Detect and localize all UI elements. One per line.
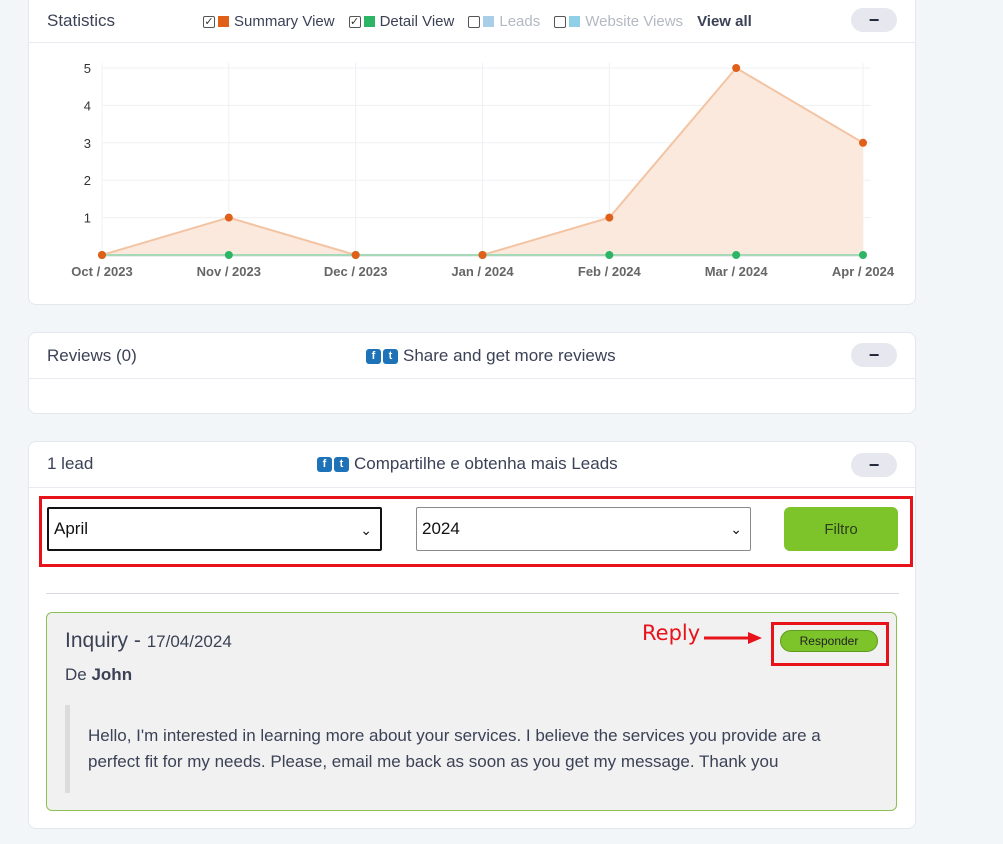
- chevron-down-icon: ⌄: [730, 521, 742, 537]
- divider: [46, 593, 899, 594]
- twitter-icon[interactable]: t: [334, 456, 349, 472]
- arrow-right-icon: [704, 632, 762, 644]
- x-tick-label: Dec / 2023: [324, 264, 388, 279]
- reviews-card: Reviews (0) f t Share and get more revie…: [28, 332, 916, 414]
- leads-title: 1 lead: [47, 454, 94, 473]
- filter-highlight: April ⌄ 2024 ⌄ Filtro: [39, 496, 913, 567]
- from-name: John: [91, 665, 133, 684]
- legend-detail-view[interactable]: ✓ Detail View: [348, 13, 455, 30]
- facebook-icon[interactable]: f: [317, 456, 332, 472]
- y-tick-label: 1: [84, 211, 91, 226]
- leads-share-text: Compartilhe e obtenha mais Leads: [354, 454, 618, 473]
- checkbox-checked-icon[interactable]: ✓: [203, 15, 215, 28]
- inquiry-title-text: Inquiry -: [65, 629, 141, 652]
- y-tick-label: 5: [84, 61, 91, 76]
- checkbox-checked-icon[interactable]: ✓: [348, 15, 361, 28]
- legend-label: Summary View: [234, 13, 335, 30]
- inquiry-from: De John: [65, 665, 132, 685]
- year-select-value: 2024: [422, 519, 460, 538]
- inquiry-date: 17/04/2024: [146, 632, 232, 651]
- legend-label: Leads: [499, 13, 541, 30]
- month-select-value: April: [54, 519, 89, 538]
- legend-leads[interactable]: Leads: [468, 13, 540, 30]
- leads-card: 1 lead f t Compartilhe e obtenha mais Le…: [28, 441, 916, 829]
- reviews-collapse-button[interactable]: −: [851, 343, 897, 367]
- from-prefix: De: [65, 665, 87, 684]
- checkbox-icon[interactable]: [468, 15, 481, 28]
- data-point: [859, 251, 867, 259]
- x-tick-label: Jan / 2024: [451, 264, 514, 279]
- detail-swatch: [363, 16, 375, 27]
- data-point: [605, 213, 614, 222]
- y-tick-label: 2: [84, 173, 91, 188]
- x-tick-label: Apr / 2024: [832, 264, 895, 279]
- x-tick-label: Feb / 2024: [578, 264, 642, 279]
- inquiry-message: Hello, I'm interested in learning more a…: [65, 705, 855, 793]
- data-point: [732, 251, 741, 259]
- x-tick-label: Mar / 2024: [705, 264, 769, 279]
- reply-highlight: Responder: [771, 622, 889, 666]
- x-tick-label: Oct / 2023: [71, 264, 132, 279]
- leads-collapse-button[interactable]: −: [851, 453, 897, 477]
- inquiry-title: Inquiry - 17/04/2024: [65, 629, 232, 653]
- legend-label: Website Views: [585, 13, 684, 30]
- chart-legend: ✓ Summary View ✓ Detail View Leads Websi…: [203, 13, 752, 30]
- year-select[interactable]: 2024 ⌄: [416, 507, 751, 551]
- data-point: [351, 251, 360, 259]
- statistics-chart: 1 2 3 4 5 Oct / 2023 Nov / 2023 Dec / 2023 Jan /…: [71, 61, 895, 279]
- statistics-collapse-button[interactable]: −: [851, 8, 897, 32]
- reviews-share: f t Share and get more reviews: [366, 346, 616, 366]
- data-point: [605, 251, 614, 259]
- data-point: [224, 213, 233, 222]
- facebook-icon[interactable]: f: [366, 348, 381, 364]
- month-select[interactable]: April ⌄: [47, 507, 382, 551]
- inquiry-card: Inquiry - 17/04/2024 De John Hello, I'm …: [46, 612, 897, 811]
- data-point: [732, 64, 741, 72]
- reviews-header: Reviews (0) f t Share and get more revie…: [29, 333, 915, 379]
- y-tick-label: 4: [84, 98, 91, 113]
- leads-share: f t Compartilhe e obtenha mais Leads: [317, 454, 618, 474]
- website-views-swatch: [569, 16, 581, 27]
- reviews-share-text: Share and get more reviews: [403, 346, 616, 365]
- reply-button[interactable]: Responder: [780, 630, 878, 652]
- reply-annotation: Reply: [642, 621, 701, 645]
- checkbox-icon[interactable]: [554, 15, 567, 28]
- legend-label: Detail View: [379, 13, 455, 30]
- statistics-header: Statistics ✓ Summary View ✓ Detail View …: [29, 0, 915, 43]
- statistics-card: Statistics ✓ Summary View ✓ Detail View …: [28, 0, 916, 305]
- data-point: [98, 251, 106, 259]
- twitter-icon[interactable]: t: [383, 348, 398, 364]
- data-point: [859, 138, 867, 147]
- data-point: [478, 251, 487, 259]
- x-tick-label: Nov / 2023: [197, 264, 261, 279]
- view-all-link[interactable]: View all: [697, 13, 752, 30]
- reviews-title: Reviews (0): [47, 346, 137, 365]
- y-tick-label: 3: [84, 136, 91, 151]
- legend-website-views[interactable]: Website Views: [554, 13, 683, 30]
- statistics-title: Statistics: [47, 11, 116, 30]
- data-point: [224, 251, 233, 259]
- legend-summary-view[interactable]: ✓ Summary View: [203, 13, 335, 30]
- leads-swatch: [483, 16, 495, 27]
- leads-header: 1 lead f t Compartilhe e obtenha mais Le…: [29, 442, 915, 488]
- summary-swatch: [218, 16, 229, 27]
- chevron-down-icon: ⌄: [360, 522, 372, 538]
- filter-button[interactable]: Filtro: [784, 507, 898, 551]
